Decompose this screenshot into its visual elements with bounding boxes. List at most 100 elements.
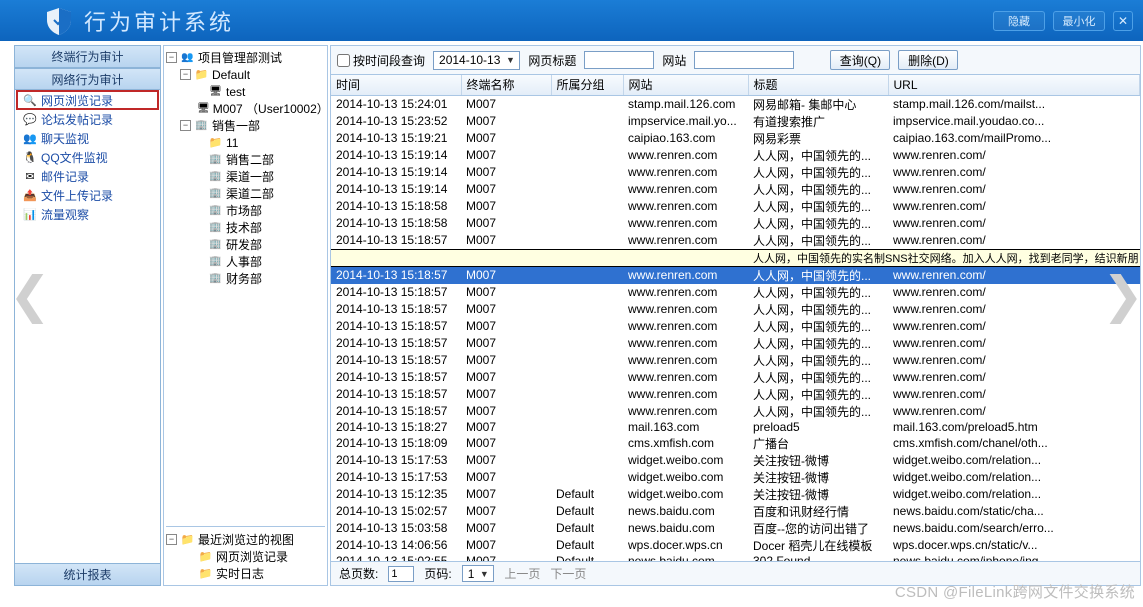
table-row[interactable]: 2014-10-13 15:18:27M007mail.163.comprelo… — [331, 420, 1140, 435]
tooltip-row: 人人网，中国领先的实名制SNS社交网络。加入人人网，找到老同学，结识新朋 — [331, 249, 1140, 266]
cell-group — [551, 181, 623, 198]
table-row[interactable]: 2014-10-13 15:18:09M007cms.xmfish.com广播台… — [331, 435, 1140, 452]
table-row[interactable]: 2014-10-13 15:02:55M007Defaultnews.baidu… — [331, 554, 1140, 563]
tree-recent-root[interactable]: −最近浏览过的视图 — [166, 531, 325, 548]
table-row[interactable]: 2014-10-13 15:18:57M007www.renren.com人人网… — [331, 335, 1140, 352]
tree-dept-7[interactable]: 财务部 — [166, 270, 325, 287]
hide-button[interactable]: 隐藏 — [993, 11, 1045, 31]
next-page-button[interactable]: 下一页 — [550, 565, 586, 582]
site-input[interactable] — [694, 51, 794, 69]
cell-time: 2014-10-13 15:18:57 — [331, 318, 461, 335]
table-row[interactable]: 2014-10-13 15:17:53M007widget.weibo.com关… — [331, 452, 1140, 469]
tree-root[interactable]: −项目管理部测试 — [166, 49, 325, 66]
carousel-prev-icon[interactable]: ❮ — [12, 260, 48, 330]
table-row[interactable]: 2014-10-13 15:17:53M007widget.weibo.com关… — [331, 469, 1140, 486]
cell-title: 网易邮箱- 集邮中心 — [748, 95, 888, 113]
tree-dept-5[interactable]: 研发部 — [166, 236, 325, 253]
query-toolbar: 按时间段查询 2014-10-13▼ 网页标题 网站 查询(Q) 删除(D) — [330, 45, 1141, 75]
cell-title: 广播台 — [748, 435, 888, 452]
cell-group — [551, 215, 623, 232]
tree-recent-0[interactable]: 网页浏览记录 — [166, 548, 325, 565]
tree-dept-3[interactable]: 市场部 — [166, 202, 325, 219]
tree-m007[interactable]: M007 （User10002） — [166, 100, 325, 117]
table-row[interactable]: 2014-10-13 15:19:14M007www.renren.com人人网… — [331, 147, 1140, 164]
prev-page-button[interactable]: 上一页 — [504, 565, 540, 582]
table-row[interactable]: 2014-10-13 15:18:57M007www.renren.com人人网… — [331, 266, 1140, 284]
tree-toggle-icon — [184, 568, 195, 579]
cell-site: news.baidu.com — [623, 520, 748, 537]
table-row[interactable]: 2014-10-13 15:18:57M007www.renren.com人人网… — [331, 403, 1140, 420]
table-row[interactable]: 2014-10-13 15:23:52M007impservice.mail.y… — [331, 113, 1140, 130]
web-title-input[interactable] — [584, 51, 654, 69]
table-row[interactable]: 2014-10-13 15:18:57M007www.renren.com人人网… — [331, 369, 1140, 386]
tree-default[interactable]: −Default — [166, 66, 325, 83]
stats-report-button[interactable]: 统计报表 — [15, 563, 160, 585]
cell-url: www.renren.com/ — [888, 181, 1140, 198]
table-row[interactable]: 2014-10-13 15:24:01M007stamp.mail.126.co… — [331, 95, 1140, 113]
tab-terminal-audit[interactable]: 终端行为审计 — [15, 46, 160, 68]
tree-label: 渠道一部 — [226, 168, 274, 185]
table-row[interactable]: 2014-10-13 15:19:14M007www.renren.com人人网… — [331, 164, 1140, 181]
tree-toggle-icon[interactable]: − — [166, 534, 177, 545]
tab-network-audit[interactable]: 网络行为审计 — [15, 68, 160, 90]
query-button[interactable]: 查询(Q) — [830, 50, 890, 70]
table-row[interactable]: 2014-10-13 14:06:56M007Defaultwps.docer.… — [331, 537, 1140, 554]
col-title[interactable]: 标题 — [748, 75, 888, 95]
cell-terminal: M007 — [461, 386, 551, 403]
tree-toggle-icon[interactable]: − — [180, 69, 191, 80]
col-site[interactable]: 网站 — [623, 75, 748, 95]
table-row[interactable]: 2014-10-13 15:18:57M007www.renren.com人人网… — [331, 284, 1140, 301]
page-dropdown[interactable]: 1▼ — [462, 565, 495, 582]
tree-toggle-icon — [194, 137, 205, 148]
col-terminal[interactable]: 终端名称 — [461, 75, 551, 95]
col-url[interactable]: URL — [888, 75, 1140, 95]
carousel-next-icon[interactable]: ❯ — [1105, 260, 1141, 330]
nav-item-6[interactable]: 📊流量观察 — [17, 205, 158, 223]
close-button[interactable]: ✕ — [1113, 11, 1133, 31]
cell-terminal: M007 — [461, 403, 551, 420]
minimize-button[interactable]: 最小化 — [1053, 11, 1105, 31]
table-row[interactable]: 2014-10-13 15:18:57M007www.renren.com人人网… — [331, 352, 1140, 369]
delete-button[interactable]: 删除(D) — [898, 50, 958, 70]
date-from-dropdown[interactable]: 2014-10-13▼ — [433, 51, 520, 70]
tree-recent-1[interactable]: 实时日志 — [166, 565, 325, 582]
col-time[interactable]: 时间 — [331, 75, 461, 95]
cell-url: www.renren.com/ — [888, 403, 1140, 420]
tree-dept-4[interactable]: 技术部 — [166, 219, 325, 236]
tree-toggle-icon[interactable]: − — [180, 120, 191, 131]
tree-dept-2[interactable]: 渠道二部 — [166, 185, 325, 202]
tree-test[interactable]: test — [166, 83, 325, 100]
tree-dept-0[interactable]: 销售二部 — [166, 151, 325, 168]
table-row[interactable]: 2014-10-13 15:12:35M007Defaultwidget.wei… — [331, 486, 1140, 503]
table-row[interactable]: 2014-10-13 15:02:57M007Defaultnews.baidu… — [331, 503, 1140, 520]
table-row[interactable]: 2014-10-13 15:18:57M007www.renren.com人人网… — [331, 301, 1140, 318]
cell-title: 人人网，中国领先的... — [748, 318, 888, 335]
nav-item-5[interactable]: 📤文件上传记录 — [17, 186, 158, 204]
tree-sales1[interactable]: −销售一部 — [166, 117, 325, 134]
nav-item-1[interactable]: 💬论坛发帖记录 — [17, 110, 158, 128]
cell-group — [551, 232, 623, 250]
cell-group: Default — [551, 520, 623, 537]
table-row[interactable]: 2014-10-13 15:18:57M007www.renren.com人人网… — [331, 318, 1140, 335]
nav-item-2[interactable]: 👥聊天监视 — [17, 129, 158, 147]
col-group[interactable]: 所属分组 — [551, 75, 623, 95]
tree-toggle-icon[interactable]: − — [166, 52, 177, 63]
nav-label: 论坛发帖记录 — [41, 111, 113, 128]
cell-group — [551, 335, 623, 352]
nav-item-0[interactable]: 🔍网页浏览记录 — [17, 91, 158, 109]
table-row[interactable]: 2014-10-13 15:18:58M007www.renren.com人人网… — [331, 215, 1140, 232]
cell-group — [551, 266, 623, 284]
table-row[interactable]: 2014-10-13 15:18:57M007www.renren.com人人网… — [331, 386, 1140, 403]
table-row[interactable]: 2014-10-13 15:19:14M007www.renren.com人人网… — [331, 181, 1140, 198]
nav-item-4[interactable]: ✉邮件记录 — [17, 167, 158, 185]
table-row[interactable]: 2014-10-13 15:18:58M007www.renren.com人人网… — [331, 198, 1140, 215]
nav-item-3[interactable]: 🐧QQ文件监视 — [17, 148, 158, 166]
tree-icon — [208, 272, 223, 285]
table-row[interactable]: 2014-10-13 15:03:58M007Defaultnews.baidu… — [331, 520, 1140, 537]
table-row[interactable]: 2014-10-13 15:19:21M007caipiao.163.com网易… — [331, 130, 1140, 147]
time-range-checkbox[interactable]: 按时间段查询 — [337, 52, 425, 69]
tree-dept-6[interactable]: 人事部 — [166, 253, 325, 270]
tree-11[interactable]: 11 — [166, 134, 325, 151]
table-row[interactable]: 2014-10-13 15:18:57M007www.renren.com人人网… — [331, 232, 1140, 250]
tree-dept-1[interactable]: 渠道一部 — [166, 168, 325, 185]
